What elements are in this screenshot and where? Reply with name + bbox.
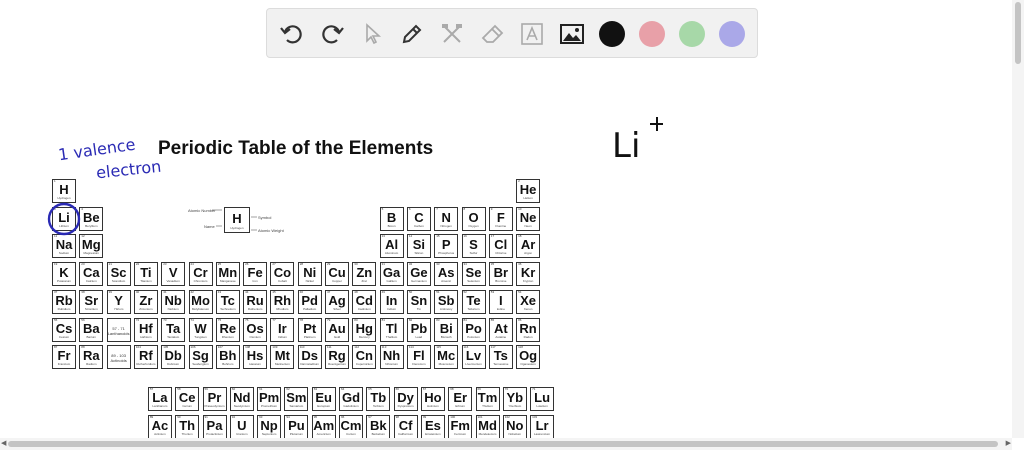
valence-circle bbox=[47, 202, 81, 236]
scroll-right-arrow[interactable]: ▶ bbox=[1006, 440, 1011, 447]
horizontal-scrollbar[interactable]: ◀ ▶ bbox=[0, 438, 1012, 450]
scroll-left-arrow[interactable]: ◀ bbox=[1, 440, 6, 447]
horizontal-scroll-thumb[interactable] bbox=[8, 441, 998, 447]
vertical-scrollbar[interactable] bbox=[1012, 0, 1024, 438]
ink-layer bbox=[47, 117, 663, 236]
ion-charge-mark bbox=[650, 117, 663, 131]
vertical-scroll-thumb[interactable] bbox=[1015, 2, 1021, 64]
lithium-ion-label: Li bbox=[612, 126, 641, 166]
